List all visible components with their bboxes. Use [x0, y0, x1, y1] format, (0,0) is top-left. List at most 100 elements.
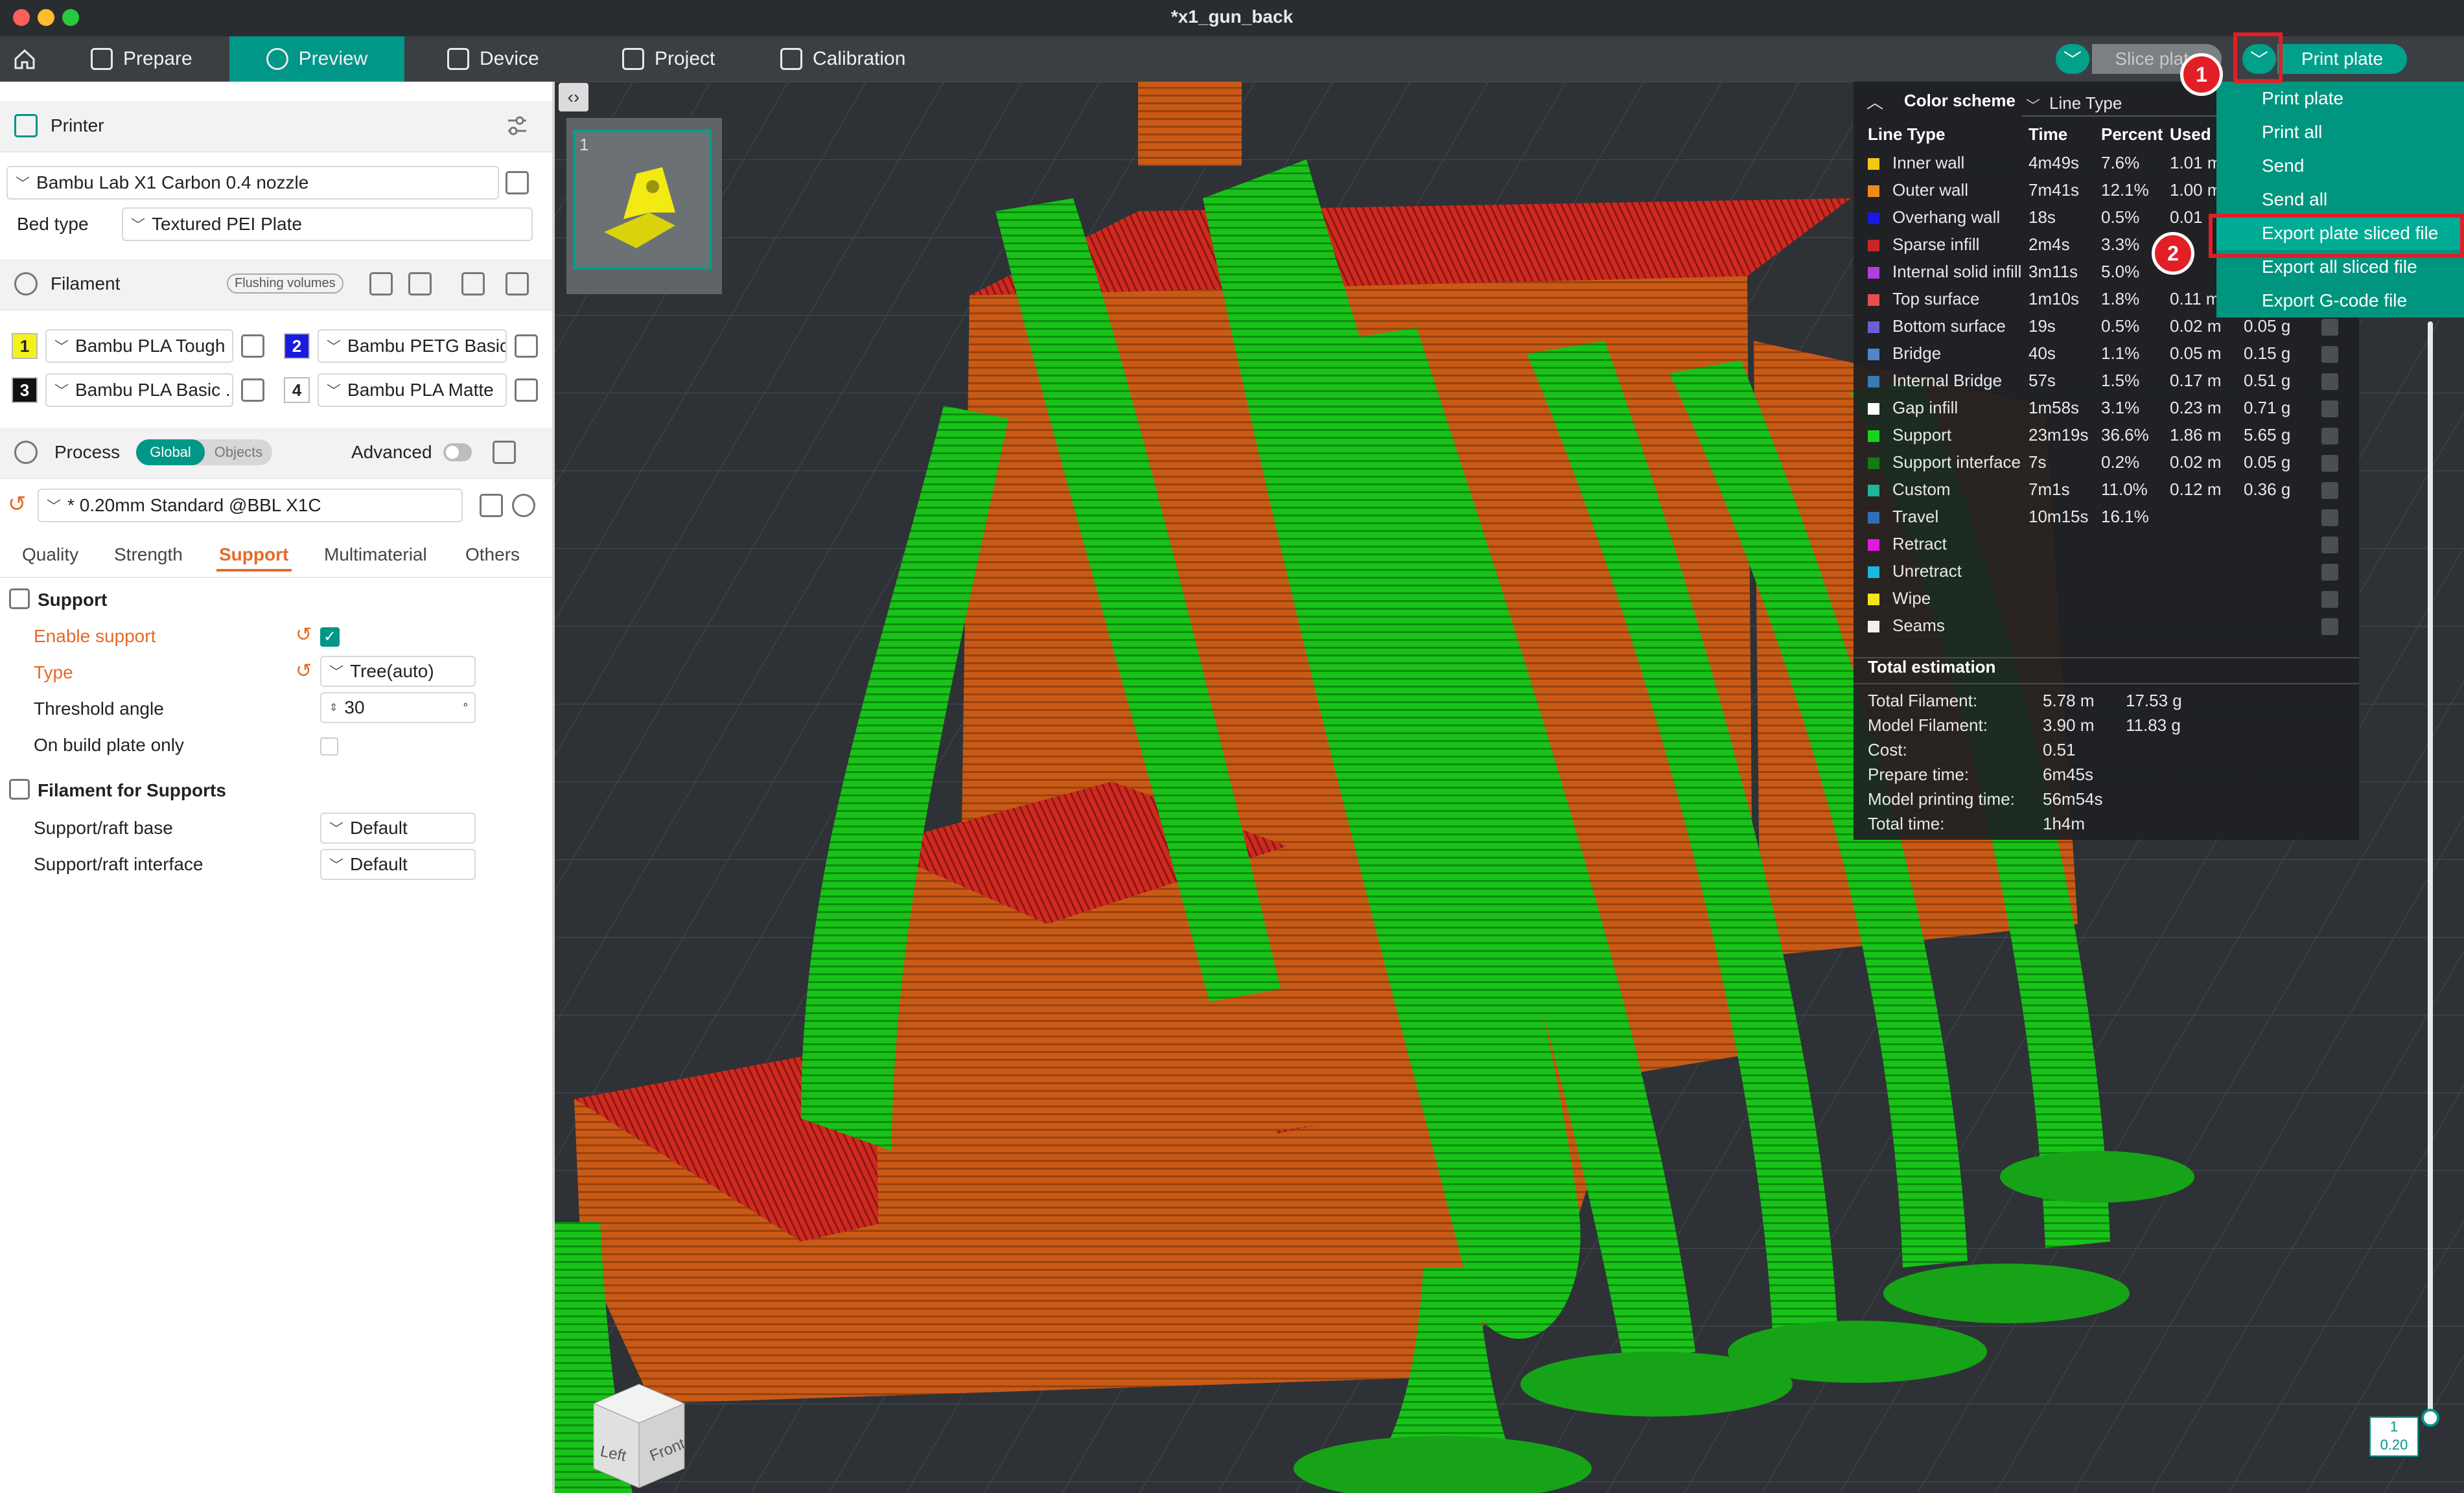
remove-filament-icon[interactable] — [408, 272, 432, 295]
objects-option[interactable]: Objects — [205, 439, 272, 465]
filament-slot-4-color[interactable]: 4 — [284, 377, 310, 403]
legend-line-type: Gap infill — [1892, 398, 1958, 417]
add-filament-icon[interactable] — [369, 272, 393, 295]
visibility-checkbox[interactable] — [2321, 591, 2338, 608]
subtab-others[interactable]: Others — [465, 544, 520, 565]
support-interface-select[interactable]: ﹀ Default — [320, 849, 476, 880]
save-preset-icon[interactable] — [480, 494, 503, 517]
visibility-checkbox[interactable] — [2321, 428, 2338, 445]
edit-filament-3-icon[interactable] — [241, 378, 264, 402]
process-settings-icon[interactable] — [518, 441, 542, 464]
home-button[interactable] — [12, 36, 51, 82]
edit-filament-2-icon[interactable] — [515, 334, 538, 358]
filament-slot-2-select[interactable]: ﹀ Bambu PETG Basic — [318, 329, 507, 363]
tab-label: Prepare — [123, 48, 192, 69]
filament-slot-3-color[interactable]: 3 — [12, 377, 38, 403]
filament-slot-2-color[interactable]: 2 — [284, 333, 310, 359]
subtab-quality[interactable]: Quality — [22, 544, 78, 565]
legend-weight: 0.36 g — [2244, 480, 2291, 499]
legend-row: Bottom surface 19s 0.5% 0.02 m 0.05 g — [1868, 316, 2360, 343]
edit-filament-4-icon[interactable] — [515, 378, 538, 402]
menu-item-export-g-code-file[interactable]: Export G-code file — [2216, 284, 2464, 318]
search-icon[interactable] — [512, 494, 535, 517]
filament-supports-group-icon — [9, 779, 30, 800]
menu-item-send[interactable]: Send — [2216, 149, 2464, 183]
tab-calibration[interactable]: Calibration — [780, 36, 949, 82]
visibility-checkbox[interactable] — [2321, 346, 2338, 363]
legend-swatch — [1868, 158, 1879, 170]
bed-type-select[interactable]: ﹀ Textured PEI Plate — [122, 207, 533, 241]
print-options-menu: Print plate Print all Send Send all Export p… — [2216, 82, 2464, 318]
legend-line-type: Internal solid infill — [1892, 262, 2022, 281]
support-type-select[interactable]: ﹀ Tree(auto) — [320, 656, 476, 687]
subtab-support[interactable]: Support — [219, 544, 288, 565]
filament-slot-4-select[interactable]: ﹀ Bambu PLA Matte — [318, 373, 507, 407]
filament-settings-icon[interactable] — [506, 272, 529, 295]
on-build-plate-only-checkbox[interactable] — [320, 737, 338, 756]
edit-printer-icon[interactable] — [506, 171, 529, 194]
collapse-legend-icon[interactable]: ︿ — [1866, 89, 1883, 113]
reset-icon[interactable]: ↺ — [296, 660, 312, 682]
layer-slider-handle[interactable] — [2421, 1409, 2439, 1427]
flushing-volumes-button[interactable]: Flushing volumes — [227, 273, 343, 294]
visibility-checkbox[interactable] — [2321, 537, 2338, 553]
tab-label: Device — [480, 48, 539, 69]
legend-swatch — [1868, 539, 1879, 551]
global-objects-toggle[interactable]: Global Objects — [136, 439, 272, 465]
visibility-checkbox[interactable] — [2321, 482, 2338, 499]
estimation-value: 56m54s — [2043, 789, 2103, 809]
visibility-checkbox[interactable] — [2321, 400, 2338, 417]
advanced-toggle[interactable] — [443, 443, 472, 461]
threshold-angle-input[interactable]: ⇕ 30 ° — [320, 692, 476, 723]
filament-slot-3-select[interactable]: ﹀ Bambu PLA Basic ... — [45, 373, 233, 407]
collapse-sidebar-button[interactable]: ‹› — [559, 83, 588, 111]
tab-preview[interactable]: Preview — [229, 36, 404, 82]
layers-icon — [14, 441, 38, 464]
compare-presets-icon[interactable] — [493, 441, 516, 464]
legend-row: Unretract — [1868, 561, 2360, 588]
visibility-checkbox[interactable] — [2321, 319, 2338, 336]
visibility-checkbox[interactable] — [2321, 373, 2338, 390]
support-base-select[interactable]: ﹀ Default — [320, 813, 476, 844]
legend-line-type: Seams — [1892, 616, 1945, 635]
legend-line-type: Sparse infill — [1892, 235, 1980, 254]
enable-support-checkbox[interactable]: ✓ — [320, 627, 340, 647]
filament-slot-1-color[interactable]: 1 — [12, 333, 38, 359]
subtab-strength[interactable]: Strength — [114, 544, 183, 565]
on-build-plate-only-label: On build plate only — [34, 735, 184, 755]
legend-swatch — [1868, 430, 1879, 442]
reset-icon[interactable]: ↺ — [296, 623, 312, 646]
visibility-checkbox[interactable] — [2321, 509, 2338, 526]
legend-percent: 1.5% — [2101, 371, 2140, 390]
slice-dropdown-button[interactable]: ﹀ — [2056, 44, 2089, 74]
plate-thumbnail[interactable]: 1 — [573, 130, 712, 270]
legend-time: 18s — [2028, 207, 2056, 227]
filament-slot-1-select[interactable]: ﹀ Bambu PLA Tough — [45, 329, 233, 363]
legend-percent: 11.0% — [2101, 480, 2148, 499]
menu-item-send-all[interactable]: Send all — [2216, 183, 2464, 216]
bed-type-value: Textured PEI Plate — [152, 214, 302, 234]
layer-slider-track[interactable] — [2428, 321, 2433, 1417]
global-option[interactable]: Global — [136, 439, 205, 465]
legend-row: Custom 7m1s 11.0% 0.12 m 0.36 g — [1868, 480, 2360, 507]
visibility-checkbox[interactable] — [2321, 618, 2338, 635]
printer-settings-icon[interactable] — [506, 114, 529, 137]
sync-filament-icon[interactable] — [461, 272, 485, 295]
print-plate-button[interactable]: Print plate — [2277, 44, 2407, 74]
view-cube[interactable] — [581, 1378, 710, 1488]
tab-project[interactable]: Project — [622, 36, 752, 82]
color-scheme-title: Color scheme — [1904, 91, 2016, 110]
tab-prepare[interactable]: Prepare — [91, 36, 220, 82]
edit-filament-1-icon[interactable] — [241, 334, 264, 358]
printer-select[interactable]: ﹀ Bambu Lab X1 Carbon 0.4 nozzle — [6, 166, 499, 200]
tab-device[interactable]: Device — [447, 36, 577, 82]
legend-percent: 7.6% — [2101, 153, 2140, 172]
subtab-multimaterial[interactable]: Multimaterial — [324, 544, 427, 565]
visibility-checkbox[interactable] — [2321, 564, 2338, 581]
menu-item-print-plate[interactable]: Print plate — [2216, 82, 2464, 115]
reset-icon[interactable]: ↺ — [8, 491, 27, 517]
process-preset-select[interactable]: ﹀ * 0.20mm Standard @BBL X1C — [38, 489, 463, 522]
visibility-checkbox[interactable] — [2321, 455, 2338, 472]
menu-item-print-all[interactable]: Print all — [2216, 115, 2464, 149]
stepper-icon[interactable]: ⇕ — [329, 701, 338, 714]
